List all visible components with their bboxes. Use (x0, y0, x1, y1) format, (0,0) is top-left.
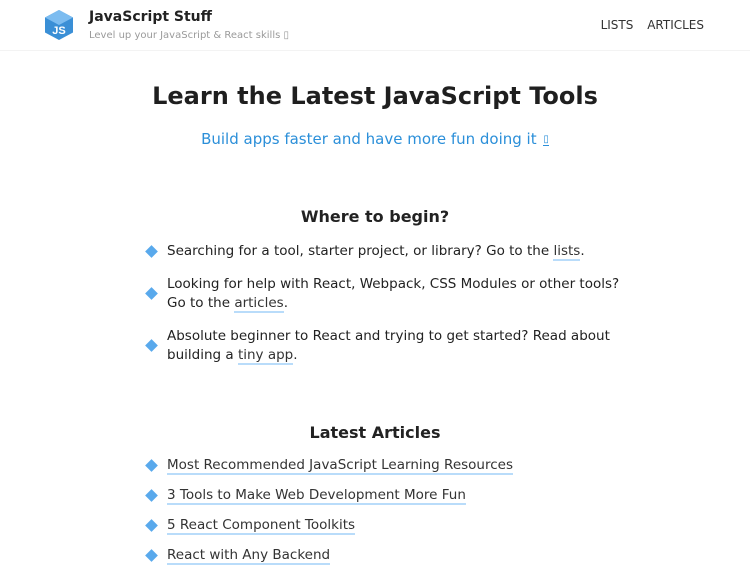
diamond-bullet-icon (145, 488, 158, 502)
brand-title[interactable]: JavaScript Stuff (89, 9, 212, 25)
list-item: Looking for help with React, Webpack, CS… (145, 275, 635, 313)
articles-link[interactable]: articles (234, 295, 284, 313)
latest-articles-list: Most Recommended JavaScript Learning Res… (145, 456, 635, 565)
list-item: 3 Tools to Make Web Development More Fun (145, 486, 635, 505)
diamond-bullet-icon (145, 548, 158, 562)
js-logo-icon[interactable]: JS (45, 10, 73, 40)
diamond-bullet-icon (145, 518, 158, 532)
list-item-text: Searching for a tool, starter project, o… (167, 243, 554, 259)
lists-link[interactable]: lists (553, 243, 581, 261)
diamond-bullet-icon (145, 458, 158, 472)
where-to-begin-list: Searching for a tool, starter project, o… (145, 242, 635, 365)
where-to-begin-heading: Where to begin? (300, 207, 450, 226)
article-link[interactable]: 5 React Component Toolkits (167, 517, 356, 535)
brand-tagline: Level up your JavaScript & React skills … (89, 30, 289, 41)
list-item: Absolute beginner to React and trying to… (145, 327, 635, 365)
article-link[interactable]: React with Any Backend (167, 547, 331, 565)
nav-lists-link[interactable]: LISTS (601, 18, 634, 32)
list-item-punct: . (283, 295, 288, 311)
list-item: 5 React Component Toolkits (145, 516, 635, 535)
list-item: React with Any Backend (145, 546, 635, 565)
diamond-bullet-icon (145, 339, 158, 352)
hero-subtitle-text: Build apps faster and have more fun doin… (201, 130, 537, 148)
latest-articles-heading: Latest Articles (309, 423, 441, 442)
list-item: Most Recommended JavaScript Learning Res… (145, 456, 635, 475)
top-nav: LISTS ARTICLES (591, 18, 704, 32)
list-item-punct: . (293, 347, 298, 363)
diamond-bullet-icon (145, 244, 158, 258)
site-header: JS JavaScript Stuff Level up your JavaSc… (0, 0, 750, 51)
hero-subtitle: Build apps faster and have more fun doin… (0, 130, 750, 148)
logo-text: JS (52, 25, 65, 37)
list-item: Searching for a tool, starter project, o… (145, 242, 635, 261)
article-link[interactable]: Most Recommended JavaScript Learning Res… (167, 457, 513, 475)
nav-articles-link[interactable]: ARTICLES (647, 18, 704, 32)
tiny-app-link[interactable]: tiny app (237, 347, 294, 365)
list-item-punct: . (580, 243, 585, 259)
hero-subtitle-glyph: ▯ (543, 134, 549, 146)
article-link[interactable]: 3 Tools to Make Web Development More Fun (167, 487, 466, 505)
list-item-text: Absolute beginner to React and trying to… (167, 328, 610, 363)
hero-title: Learn the Latest JavaScript Tools (152, 82, 598, 110)
diamond-bullet-icon (145, 287, 158, 300)
